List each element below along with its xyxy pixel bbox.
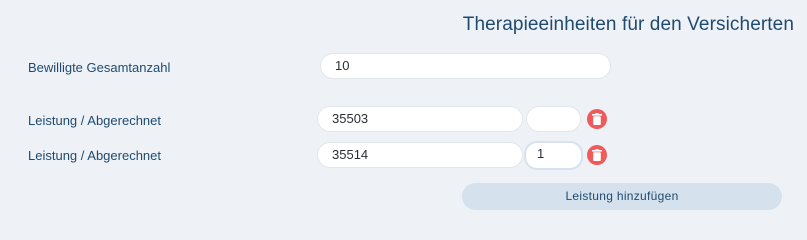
row-2-label: Leistung / Abgerechnet	[28, 148, 161, 163]
row-1-count-input[interactable]	[526, 106, 581, 132]
trash-icon	[592, 149, 602, 161]
row-2-delete-button[interactable]	[587, 145, 607, 165]
total-input[interactable]: 10	[320, 53, 611, 79]
row-2-code-input[interactable]: 35514	[317, 142, 523, 168]
total-label: Bewilligte Gesamtanzahl	[28, 60, 171, 75]
page-title: Therapieeinheiten für den Versicherten	[462, 14, 794, 35]
trash-icon	[592, 113, 602, 125]
add-service-button[interactable]: Leistung hinzufügen	[462, 183, 782, 210]
row-1-label: Leistung / Abgerechnet	[28, 113, 161, 128]
row-2-count-input[interactable]: 1	[524, 141, 583, 170]
row-1-delete-button[interactable]	[587, 109, 607, 129]
row-1-code-input[interactable]: 35503	[317, 106, 523, 132]
